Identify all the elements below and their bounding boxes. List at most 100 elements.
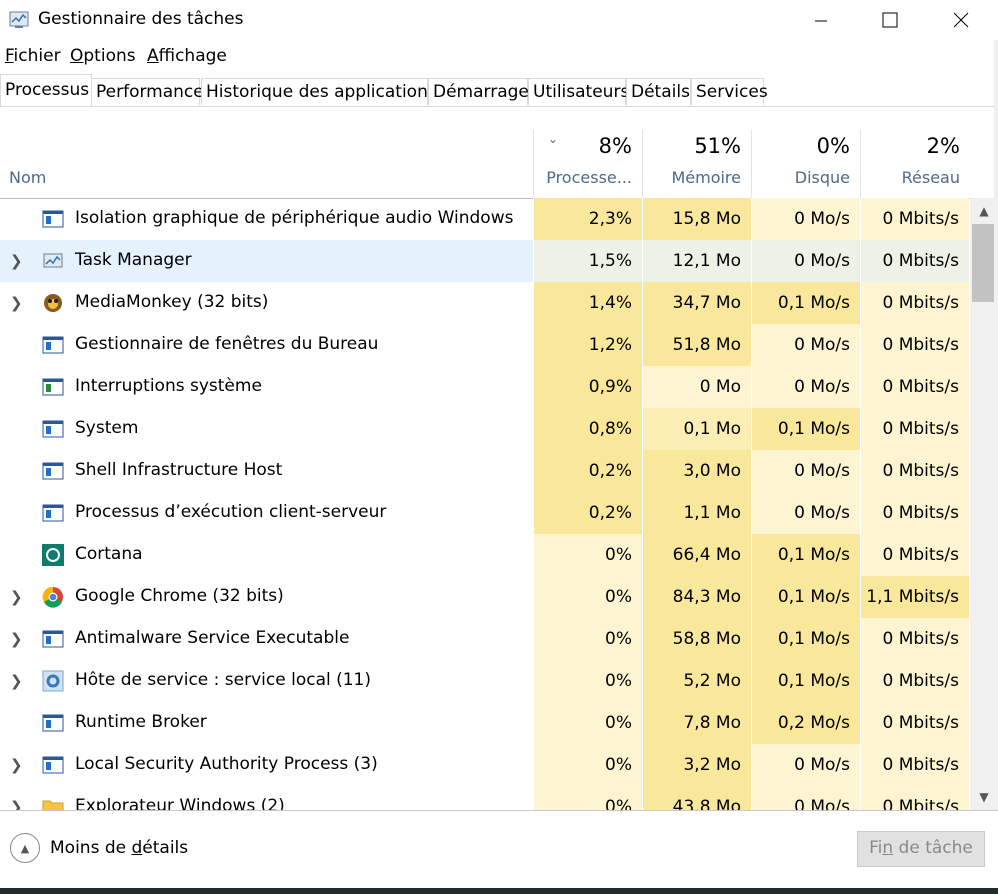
process-name-cell[interactable]: ❯ Local Security Authority Process (3): [0, 744, 533, 786]
window-icon: [42, 628, 64, 650]
tab-bar: Processus Performance Historique des app…: [0, 74, 998, 107]
disk-value: 0,1 Mo/s: [751, 282, 860, 324]
process-name-cell[interactable]: ❯ Task Manager: [0, 240, 533, 282]
process-name-cell[interactable]: Runtime Broker: [0, 702, 533, 744]
cpu-value: 0%: [533, 576, 642, 618]
process-row[interactable]: Runtime Broker 0% 7,8 Mo 0,2 Mo/s 0 Mbits/s: [0, 702, 970, 744]
network-value: 0 Mbits/s: [860, 660, 969, 702]
process-row[interactable]: ❯ Google Chrome (32 bits) 0% 84,3 Mo 0,1 Mo/…: [0, 576, 970, 618]
process-row[interactable]: Processus d’exécution client-serveur 0,2%…: [0, 492, 970, 534]
column-name[interactable]: Nom: [9, 168, 46, 187]
chevron-right-icon[interactable]: ❯: [10, 630, 23, 648]
end-task-button[interactable]: Fin de tâche: [857, 831, 985, 867]
memory-value: 3,0 Mo: [642, 450, 751, 492]
process-name-cell[interactable]: Processus d’exécution client-serveur: [0, 492, 533, 534]
tab-performance[interactable]: Performance: [91, 78, 204, 105]
network-value: 0 Mbits/s: [860, 408, 969, 450]
chevron-right-icon[interactable]: ❯: [10, 798, 23, 810]
chevron-right-icon[interactable]: ❯: [10, 588, 23, 606]
tab-historique[interactable]: Historique des applications: [201, 78, 437, 105]
process-row[interactable]: ❯ Explorateur Windows (2) 0% 43,8 Mo 0 Mo/s 0…: [0, 786, 970, 810]
process-name-cell[interactable]: ❯ Explorateur Windows (2): [0, 786, 533, 810]
window-icon: [42, 754, 64, 776]
process-row[interactable]: ❯ Task Manager 1,5% 12,1 Mo 0 Mo/s 0 Mbits/s: [0, 240, 970, 282]
process-name-cell[interactable]: Shell Infrastructure Host: [0, 450, 533, 492]
chevron-right-icon[interactable]: ❯: [10, 672, 23, 690]
menu-bar: Fichier Options Affichage: [0, 42, 998, 70]
window-edge: [994, 40, 998, 810]
process-name: Interruptions système: [75, 376, 262, 396]
maximize-icon: [882, 12, 898, 28]
column-network[interactable]: 2% Réseau: [860, 130, 970, 198]
memory-value: 15,8 Mo: [642, 198, 751, 240]
network-value: 0 Mbits/s: [860, 198, 969, 240]
disk-value: 0 Mo/s: [751, 198, 860, 240]
column-header: Nom ⌄ 8% Processe... 51% Mémoire 0% Disq…: [0, 130, 970, 199]
window-icon: [42, 460, 64, 482]
network-value: 0 Mbits/s: [860, 282, 969, 324]
disk-value: 0,2 Mo/s: [751, 702, 860, 744]
process-row[interactable]: Cortana 0% 66,4 Mo 0,1 Mo/s 0 Mbits/s: [0, 534, 970, 576]
memory-value: 43,8 Mo: [642, 786, 751, 810]
process-name-cell[interactable]: Isolation graphique de périphérique audi…: [0, 198, 533, 240]
window-icon: [42, 502, 64, 524]
minimize-button[interactable]: [797, 0, 845, 40]
disk-value: 0 Mo/s: [751, 492, 860, 534]
window-icon: [42, 418, 64, 440]
chevron-right-icon[interactable]: ❯: [10, 294, 23, 312]
process-name: Task Manager: [75, 250, 192, 270]
process-name: Cortana: [75, 544, 143, 564]
process-row[interactable]: System 0,8% 0,1 Mo 0,1 Mo/s 0 Mbits/s: [0, 408, 970, 450]
process-row[interactable]: Interruptions système 0,9% 0 Mo 0 Mo/s 0 Mbi…: [0, 366, 970, 408]
disk-value: 0,1 Mo/s: [751, 534, 860, 576]
process-name-cell[interactable]: ❯ MediaMonkey (32 bits): [0, 282, 533, 324]
process-row[interactable]: ❯ Hôte de service : service local (11) 0% 5…: [0, 660, 970, 702]
network-value: 0 Mbits/s: [860, 702, 969, 744]
column-disk[interactable]: 0% Disque: [751, 130, 860, 198]
menu-affichage[interactable]: Affichage: [147, 46, 227, 66]
memory-value: 51,8 Mo: [642, 324, 751, 366]
process-name: Google Chrome (32 bits): [75, 586, 284, 606]
process-row[interactable]: ❯ Local Security Authority Process (3) 0% 3…: [0, 744, 970, 786]
process-name-cell[interactable]: Gestionnaire de fenêtres du Bureau: [0, 324, 533, 366]
disk-value: 0 Mo/s: [751, 744, 860, 786]
column-cpu[interactable]: ⌄ 8% Processe...: [533, 130, 642, 198]
close-button[interactable]: [937, 0, 985, 40]
taskbar-strip: [0, 888, 998, 894]
tab-services[interactable]: Services: [691, 78, 768, 105]
process-name: Runtime Broker: [75, 712, 207, 732]
disk-value: 0,1 Mo/s: [751, 576, 860, 618]
network-value: 0 Mbits/s: [860, 492, 969, 534]
process-row[interactable]: ❯ Antimalware Service Executable 0% 58,8 Mo…: [0, 618, 970, 660]
process-name-cell[interactable]: System: [0, 408, 533, 450]
process-name-cell[interactable]: ❯ Google Chrome (32 bits): [0, 576, 533, 618]
less-details-button[interactable]: ▲ Moins de détails: [10, 833, 188, 863]
scroll-thumb[interactable]: [972, 224, 994, 302]
maximize-button[interactable]: [866, 0, 914, 40]
window-icon: [42, 334, 64, 356]
process-row[interactable]: Gestionnaire de fenêtres du Bureau 1,2% 51…: [0, 324, 970, 366]
tab-demarrage[interactable]: Démarrage: [428, 78, 529, 105]
network-value: 0 Mbits/s: [860, 366, 969, 408]
process-name-cell[interactable]: ❯ Hôte de service : service local (11): [0, 660, 533, 702]
network-value: 0 Mbits/s: [860, 618, 969, 660]
memory-value: 58,8 Mo: [642, 618, 751, 660]
tab-details[interactable]: Détails: [626, 78, 691, 105]
memory-value: 1,1 Mo: [642, 492, 751, 534]
network-value: 0 Mbits/s: [860, 324, 969, 366]
chevron-right-icon[interactable]: ❯: [10, 756, 23, 774]
column-memory[interactable]: 51% Mémoire: [642, 130, 751, 198]
menu-fichier[interactable]: Fichier: [5, 46, 61, 66]
process-row[interactable]: ❯ MediaMonkey (32 bits) 1,4% 34,7 Mo 0,1 Mo/…: [0, 282, 970, 324]
cpu-value: 0,2%: [533, 492, 642, 534]
process-row[interactable]: Isolation graphique de périphérique audi…: [0, 198, 970, 240]
tab-utilisateurs[interactable]: Utilisateurs: [528, 78, 629, 105]
process-name-cell[interactable]: Interruptions système: [0, 366, 533, 408]
chevron-right-icon[interactable]: ❯: [10, 252, 23, 270]
menu-options[interactable]: Options: [70, 46, 136, 66]
disk-value: 0,1 Mo/s: [751, 618, 860, 660]
process-row[interactable]: Shell Infrastructure Host 0,2% 3,0 Mo 0 Mo/…: [0, 450, 970, 492]
process-name-cell[interactable]: ❯ Antimalware Service Executable: [0, 618, 533, 660]
tab-processus[interactable]: Processus: [0, 74, 92, 106]
process-name-cell[interactable]: Cortana: [0, 534, 533, 576]
